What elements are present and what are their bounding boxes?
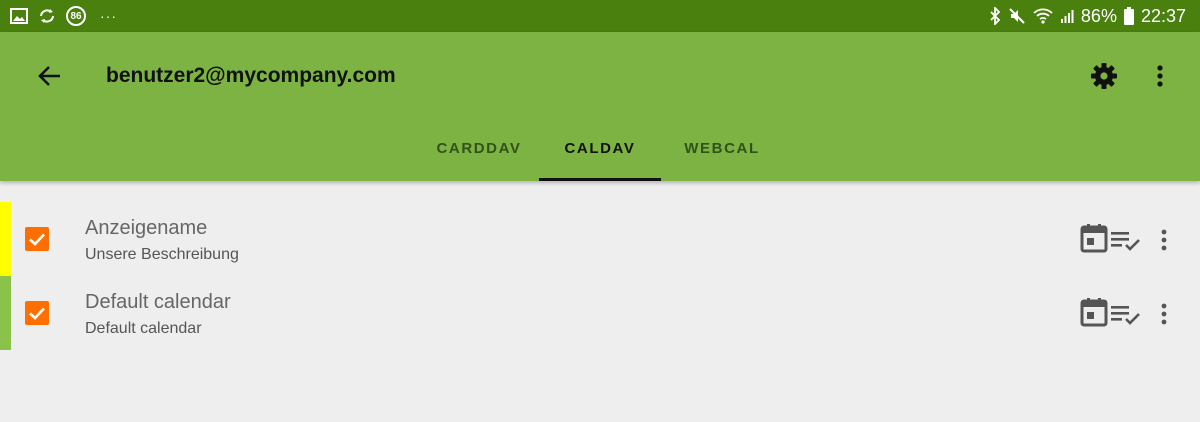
bluetooth-icon xyxy=(989,7,1001,25)
calendar-color-bar xyxy=(0,276,11,350)
image-icon xyxy=(10,8,28,24)
calendar-description: Default calendar xyxy=(85,320,202,337)
settings-gear-icon[interactable] xyxy=(1088,60,1120,92)
mute-icon xyxy=(1008,7,1026,25)
calendar-sync-checkbox[interactable] xyxy=(25,301,49,325)
overflow-menu-icon[interactable] xyxy=(1148,60,1172,92)
page-title: benutzer2@mycompany.com xyxy=(106,64,396,87)
battery-icon xyxy=(1123,7,1134,25)
more-notifications-icon: ··· xyxy=(100,8,117,24)
sync-icon xyxy=(38,8,56,24)
tasks-checklist-icon[interactable] xyxy=(1110,229,1142,253)
calendar-name: Default calendar xyxy=(85,291,231,313)
notification-badge: 86 xyxy=(66,6,86,26)
tab-bar: CARDDAV CALDAV WEBCAL xyxy=(0,124,1200,181)
wifi-icon xyxy=(1033,8,1053,24)
calendar-sync-checkbox[interactable] xyxy=(25,227,49,251)
battery-percent: 86% xyxy=(1080,5,1117,26)
calendar-description: Unsere Beschreibung xyxy=(85,246,239,263)
status-bar: 86 ··· 86% 22:37 xyxy=(0,0,1200,32)
clock: 22:37 xyxy=(1140,5,1186,26)
back-arrow-icon[interactable] xyxy=(34,60,66,92)
calendar-row[interactable]: Default calendar Default calendar xyxy=(0,276,1200,350)
row-overflow-menu-icon[interactable] xyxy=(1152,227,1176,255)
tasks-checklist-icon[interactable] xyxy=(1110,303,1142,327)
calendar-icon[interactable] xyxy=(1080,223,1108,253)
tab-webcal[interactable]: WEBCAL xyxy=(662,124,782,181)
calendar-name: Anzeigename xyxy=(85,217,208,239)
tab-caldav[interactable]: CALDAV xyxy=(539,124,661,181)
calendar-icon[interactable] xyxy=(1080,297,1108,327)
app-bar: benutzer2@mycompany.com CARDDAV CALDAV W… xyxy=(0,32,1200,181)
row-overflow-menu-icon[interactable] xyxy=(1152,301,1176,329)
active-tab-indicator xyxy=(539,178,661,181)
tab-carddav[interactable]: CARDDAV xyxy=(420,124,538,181)
calendar-color-bar xyxy=(0,202,11,276)
signal-icon xyxy=(1060,9,1074,23)
calendar-row[interactable]: Anzeigename Unsere Beschreibung xyxy=(0,202,1200,276)
